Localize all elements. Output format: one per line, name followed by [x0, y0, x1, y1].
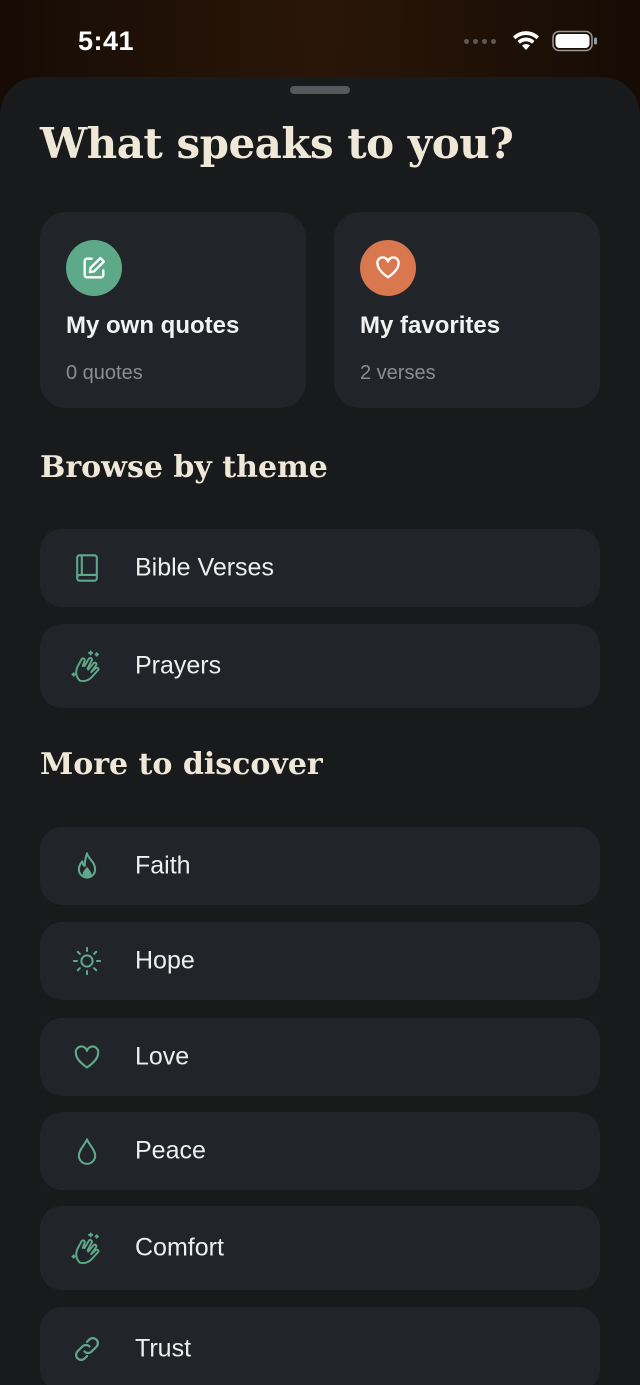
link-icon [70, 1332, 104, 1366]
theme-row-bible-verses[interactable]: Bible Verses [40, 529, 600, 607]
card-subtitle: 2 verses [360, 362, 436, 384]
my-favorites-card[interactable]: My favorites 2 verses [334, 212, 600, 408]
heart-icon [360, 240, 416, 296]
flame-icon [70, 849, 104, 883]
status-bar: 5:41 [0, 0, 640, 80]
row-label: Faith [135, 851, 191, 880]
heart-icon [70, 1040, 104, 1074]
discover-row-trust[interactable]: Trust [40, 1307, 600, 1385]
page-title: What speaks to you? [40, 119, 514, 168]
theme-row-prayers[interactable]: Prayers [40, 624, 600, 708]
bottom-sheet: What speaks to you? My own quotes 0 quot… [0, 77, 640, 1385]
status-time: 5:41 [78, 26, 135, 56]
status-icons [464, 30, 598, 52]
book-icon [70, 551, 104, 585]
discover-row-hope[interactable]: Hope [40, 922, 600, 1000]
card-subtitle: 0 quotes [66, 362, 143, 384]
battery-icon [552, 30, 597, 52]
edit-icon [66, 240, 122, 296]
wifi-icon [513, 31, 539, 50]
praying-hands-icon [70, 649, 104, 683]
my-own-quotes-card[interactable]: My own quotes 0 quotes [40, 212, 306, 408]
row-label: Peace [135, 1136, 206, 1165]
row-label: Love [135, 1042, 190, 1071]
card-title: My own quotes [66, 312, 240, 339]
row-label: Hope [135, 946, 195, 975]
sun-icon [70, 944, 104, 978]
discover-row-faith[interactable]: Faith [40, 827, 600, 905]
row-label: Prayers [135, 651, 222, 680]
browse-heading: Browse by theme [40, 450, 328, 485]
row-label: Comfort [135, 1233, 224, 1262]
discover-heading: More to discover [40, 747, 323, 782]
sheet-grabber[interactable] [290, 86, 350, 94]
praying-hands-icon [70, 1231, 104, 1265]
discover-row-peace[interactable]: Peace [40, 1112, 600, 1190]
discover-row-comfort[interactable]: Comfort [40, 1206, 600, 1290]
card-title: My favorites [360, 312, 501, 339]
cellular-signal-icon [464, 38, 496, 44]
screen: 5:41 What speaks to you? My own quotes 0… [0, 0, 640, 1385]
discover-row-love[interactable]: Love [40, 1018, 600, 1096]
row-label: Trust [135, 1334, 192, 1363]
row-label: Bible Verses [135, 553, 274, 582]
droplet-icon [70, 1134, 104, 1168]
